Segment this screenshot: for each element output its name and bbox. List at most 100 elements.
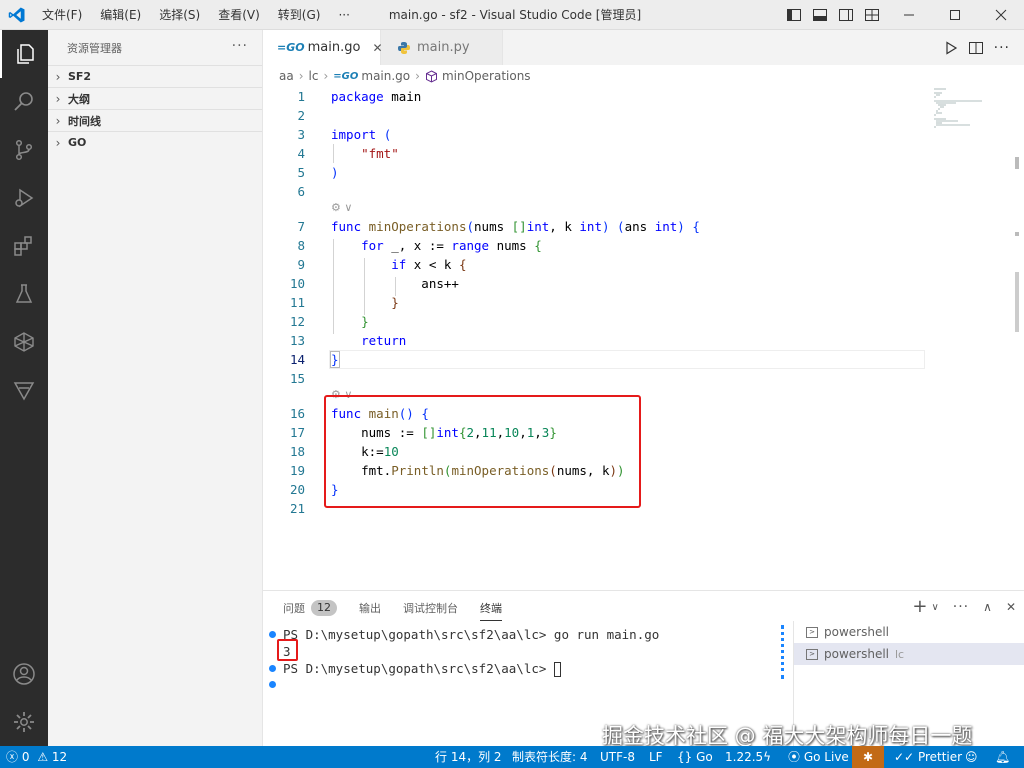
run-debug-icon — [15, 188, 34, 208]
terminal-label: powershell — [824, 647, 889, 661]
source-control-icon — [15, 139, 33, 161]
testing-button[interactable] — [0, 270, 48, 318]
code-line: return — [361, 333, 407, 348]
minimize-button[interactable] — [886, 0, 932, 30]
split-editor-icon[interactable] — [968, 40, 984, 56]
extension-view-button[interactable] — [0, 318, 48, 366]
terminal-item[interactable]: > powershell — [794, 621, 1024, 643]
error-icon: ⓧ — [6, 750, 19, 764]
encoding[interactable]: UTF-8 — [600, 746, 635, 768]
section-outline[interactable]: › 大纲 — [48, 87, 262, 109]
feedback-button[interactable]: ☺ — [965, 746, 978, 768]
command-decoration-icon[interactable] — [269, 631, 276, 638]
highlight-annotation-box — [324, 395, 641, 508]
tab-output[interactable]: 输出 — [359, 591, 381, 625]
menu-go[interactable]: 转到(G) — [269, 0, 330, 30]
new-terminal-icon[interactable]: + — [912, 598, 927, 616]
codelens[interactable]: ⚙ ∨ — [331, 198, 352, 217]
more-actions-icon[interactable]: ··· — [994, 40, 1010, 56]
minimap[interactable] — [930, 87, 1010, 147]
breadcrumb-item[interactable]: minOperations — [442, 69, 531, 83]
terminal-cursor — [553, 662, 561, 677]
chevron-right-icon: › — [415, 69, 420, 83]
maximize-panel-icon[interactable]: ∧ — [983, 600, 992, 614]
line-number: 2 — [297, 108, 305, 123]
code-line: "fmt" — [361, 146, 399, 161]
breadcrumb-item[interactable]: lc — [309, 69, 319, 83]
extension-view-button-2[interactable] — [0, 366, 48, 414]
panel-tabs: 问题 12 输出 调试控制台 终端 — [283, 591, 524, 625]
terminal-scroll-marker — [781, 625, 784, 679]
chevron-right-icon: › — [55, 135, 61, 150]
cursor-position[interactable]: 行 14，列 2 — [435, 746, 502, 768]
toggle-sidebar-icon[interactable] — [786, 7, 802, 23]
search-button[interactable] — [0, 78, 48, 126]
line-number: 7 — [297, 219, 305, 234]
toggle-secondary-sidebar-icon[interactable] — [838, 7, 854, 23]
line-number: 20 — [289, 482, 305, 497]
tab-problems[interactable]: 问题 12 — [283, 591, 337, 625]
section-sf2[interactable]: › SF2 — [48, 65, 262, 87]
close-panel-icon[interactable]: ✕ — [1006, 600, 1016, 614]
chevron-right-icon: › — [55, 113, 61, 128]
chevron-right-icon: › — [55, 69, 61, 84]
code-editor[interactable]: 1 2 3 4 5 6 7 8 9 10 11 12 13 14 15 16 1… — [263, 87, 1024, 590]
lattice-icon: ✱ — [862, 750, 874, 764]
tab-debug-console[interactable]: 调试控制台 — [403, 591, 458, 625]
chevron-right-icon: › — [55, 91, 61, 106]
highlight-annotation-box — [277, 639, 298, 661]
line-number: 18 — [289, 444, 305, 459]
more-actions-icon[interactable]: ··· — [953, 599, 969, 615]
go-icon: =GO — [333, 70, 359, 82]
manage-button[interactable] — [0, 698, 48, 746]
breadcrumb-item[interactable]: aa — [279, 69, 294, 83]
command-decoration-icon[interactable] — [269, 665, 276, 672]
menu-selection[interactable]: 选择(S) — [150, 0, 209, 30]
close-button[interactable] — [978, 0, 1024, 30]
problems-status[interactable]: ⓧ 0 ⚠ 12 — [6, 746, 67, 768]
maximize-icon — [950, 10, 960, 20]
section-label: SF2 — [68, 70, 92, 83]
sidebar-title: 资源管理器 — [67, 41, 122, 55]
breadcrumb-item[interactable]: main.go — [361, 69, 410, 83]
explorer-button[interactable] — [0, 30, 48, 78]
notifications-button[interactable]: 🔔︎ — [995, 746, 1010, 768]
go-live-button[interactable]: ⦿ Go Live — [788, 746, 849, 768]
menu-edit[interactable]: 编辑(E) — [91, 0, 150, 30]
tab-main-go[interactable]: =GO main.go ✕ — [263, 30, 383, 65]
line-ending[interactable]: LF — [649, 746, 663, 768]
menu-file[interactable]: 文件(F) — [33, 0, 91, 30]
line-number: 19 — [289, 463, 305, 478]
terminal-item-selected[interactable]: > powershell lc — [794, 643, 1024, 665]
source-control-button[interactable] — [0, 126, 48, 174]
customize-layout-icon[interactable] — [864, 7, 880, 23]
editor-tabs: =GO main.go ✕ main.py — [263, 30, 1024, 65]
section-label: 时间线 — [68, 114, 101, 128]
prettier-status[interactable]: ✓✓ Prettier — [894, 746, 962, 768]
extensions-button[interactable] — [0, 222, 48, 270]
accounts-button[interactable] — [0, 650, 48, 698]
maximize-button[interactable] — [932, 0, 978, 30]
indentation[interactable]: 制表符长度: 4 — [512, 746, 588, 768]
play-icon[interactable] — [944, 40, 958, 55]
terminal-icon: > — [806, 626, 818, 638]
run-debug-button[interactable] — [0, 174, 48, 222]
chevron-down-icon[interactable]: ∨ — [931, 602, 938, 613]
command-decoration-icon[interactable] — [269, 681, 276, 688]
tab-terminal[interactable]: 终端 — [480, 591, 502, 625]
section-go[interactable]: › GO — [48, 131, 262, 153]
broadcast-icon: ⦿ — [788, 750, 801, 764]
extension-status[interactable]: ✱ — [852, 746, 884, 768]
go-live-label: Go Live — [803, 750, 849, 764]
python-icon — [398, 41, 410, 54]
language-mode[interactable]: {} Go — [677, 746, 713, 768]
tab-main-py[interactable]: main.py — [381, 30, 503, 65]
editor-scrollbar[interactable] — [1010, 87, 1024, 590]
line-number: 4 — [297, 146, 305, 161]
code-line: import ( — [331, 127, 392, 142]
section-timeline[interactable]: › 时间线 — [48, 109, 262, 131]
sidebar-more-button[interactable]: ··· — [232, 38, 248, 54]
menu-view[interactable]: 查看(V) — [209, 0, 269, 30]
toggle-panel-icon[interactable] — [812, 7, 828, 23]
go-version[interactable]: 1.22.5ϟ — [725, 746, 771, 768]
